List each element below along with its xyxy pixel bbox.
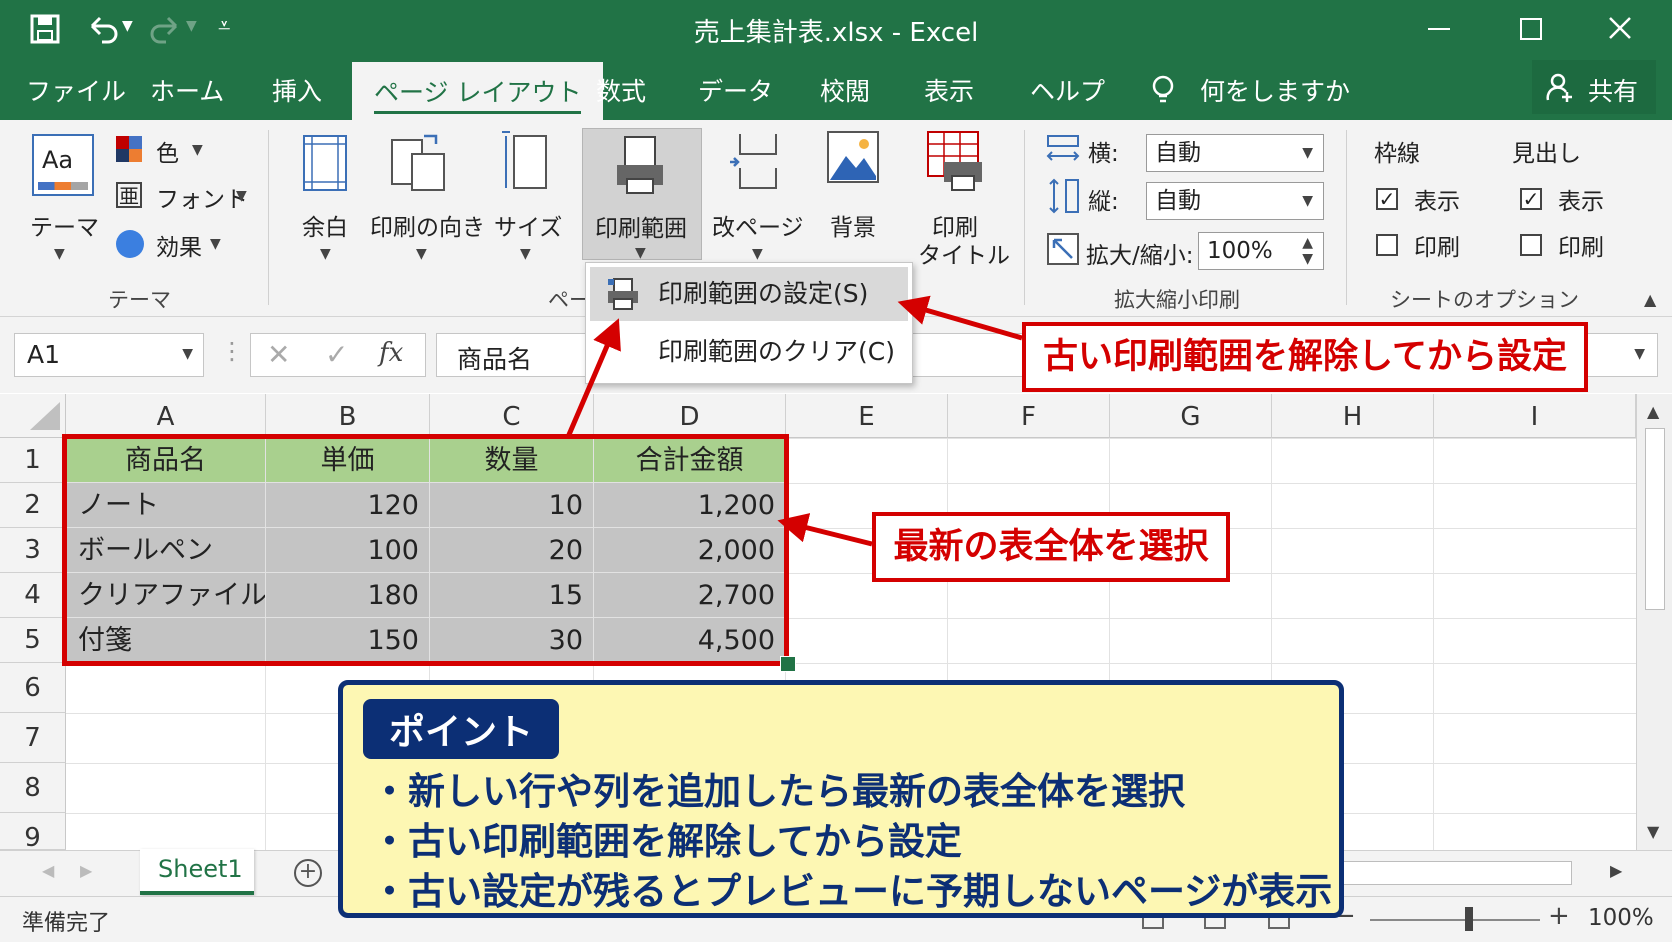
point-badge: ポイント (363, 699, 560, 759)
callout-clear-then-set: 古い印刷範囲を解除してから設定 (1022, 322, 1588, 392)
point-item-1: ・新しい行や列を追加したら最新の表全体を選択 (371, 770, 1185, 813)
point-box: ポイント ・新しい行や列を追加したら最新の表全体を選択 ・古い印刷範囲を解除して… (338, 680, 1344, 918)
arrow-to-table-selection (777, 513, 873, 547)
point-item-3: ・古い設定が残るとプレビューに予期しないページが表示 (371, 870, 1333, 913)
arrow-to-set-print-area (897, 295, 1023, 341)
callout-select-whole-table: 最新の表全体を選択 (872, 512, 1230, 582)
point-item-2: ・古い印刷範囲を解除してから設定 (371, 820, 962, 863)
arrow-to-print-area-menu (565, 318, 621, 438)
